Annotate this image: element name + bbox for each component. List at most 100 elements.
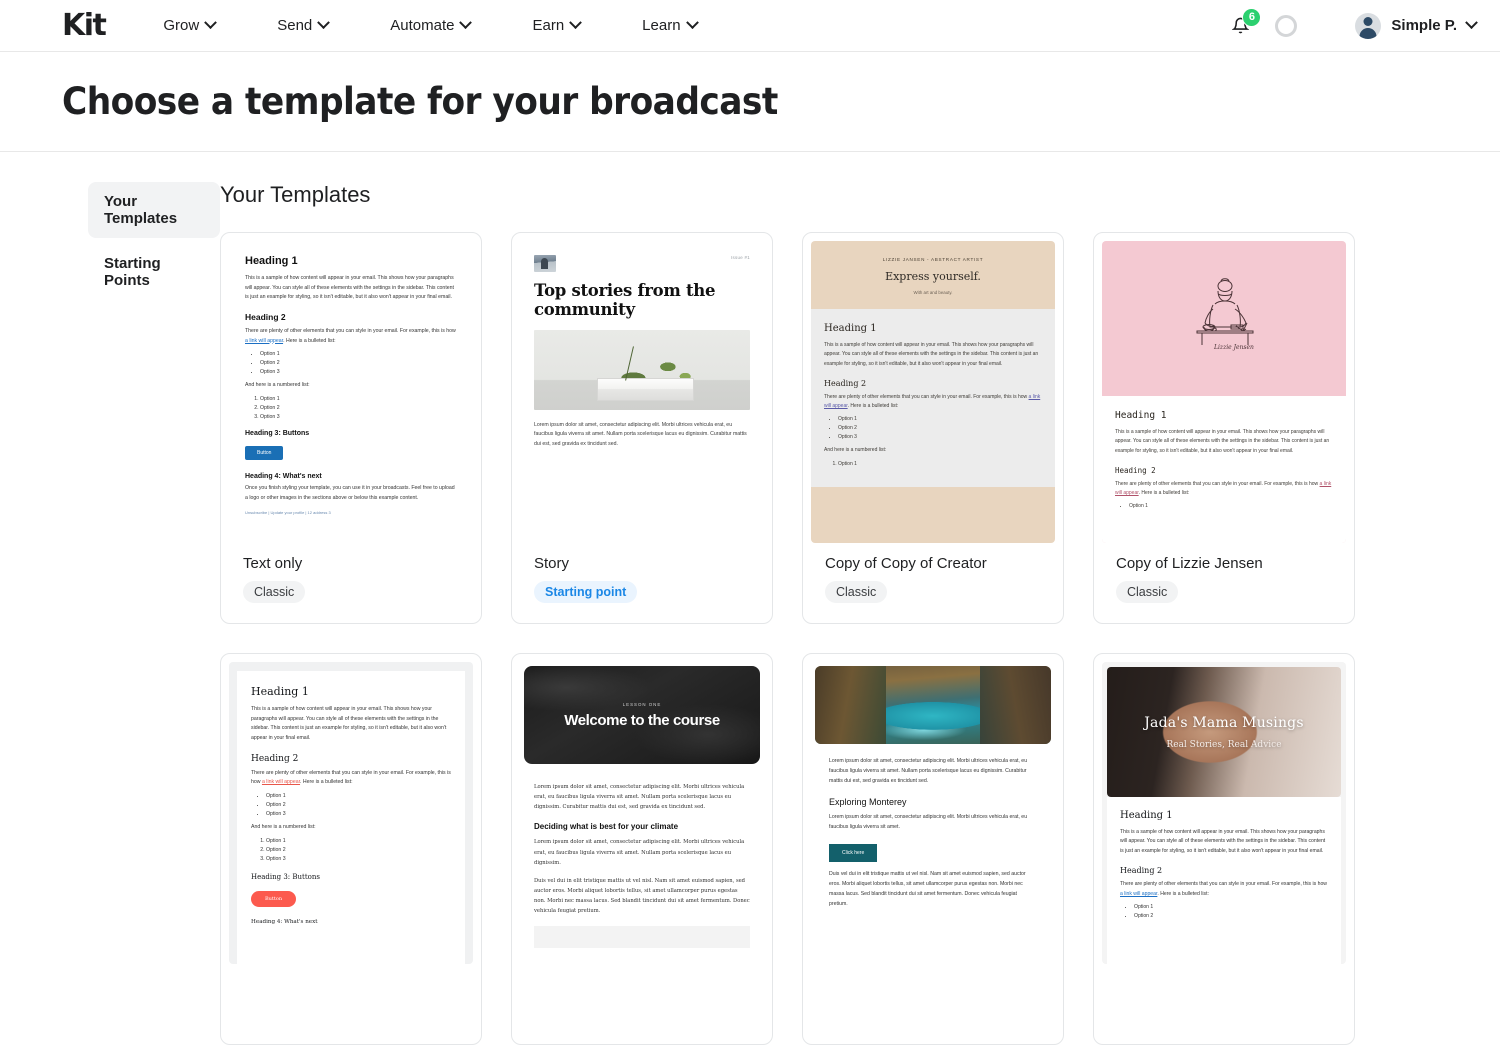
preview-button[interactable]: Button xyxy=(245,446,284,461)
preview-heading-1: Heading 1 xyxy=(1115,410,1167,421)
preview-title: Express yourself. xyxy=(885,270,981,283)
nav-item-grow[interactable]: Grow xyxy=(163,9,218,42)
preview-issue-label: Issue #1 xyxy=(731,255,750,260)
sidebar-item-starting-points[interactable]: Starting Points xyxy=(88,244,220,300)
profile-menu[interactable]: Simple P. xyxy=(1355,12,1478,39)
preview-bulleted-list: Option 1 Option 2 xyxy=(1120,903,1328,921)
template-card-copy-of-copy-of-creator[interactable]: LIZZIE JANSEN - ABSTRACT ARTIST Express … xyxy=(802,232,1064,624)
preview-heading-1: Heading 1 xyxy=(251,685,309,698)
preview-heading-3: Heading 3: Buttons xyxy=(245,430,310,438)
template-preview: LESSON ONE Welcome to the course Lorem i… xyxy=(520,662,764,964)
template-card-copy-of-lizzie-jensen[interactable]: Lizzie Jensen Heading 1 This is a sample… xyxy=(1093,232,1355,624)
preview-logo-image xyxy=(534,255,556,272)
preview-heading-2: Heading 2 xyxy=(251,753,299,764)
preview-bulleted-list: Option 1 Option 2 Option 3 xyxy=(824,415,1042,442)
preview-placeholder-block xyxy=(534,926,750,949)
preview-heading-1: Heading 1 xyxy=(824,323,877,334)
preview-hero-image xyxy=(815,666,1051,744)
preview-paragraph: There are plenty of other elements that … xyxy=(251,769,451,788)
nav-item-automate[interactable]: Automate xyxy=(390,9,473,42)
preview-paragraph: And here is a numbered list: xyxy=(824,447,887,454)
template-card-row2-2[interactable]: LESSON ONE Welcome to the course Lorem i… xyxy=(511,653,773,1045)
preview-subtitle: With art and beauty. xyxy=(913,290,953,295)
preview-heading-4: Heading 4: What's next xyxy=(251,918,318,925)
card-meta: Copy of Copy of Creator Classic xyxy=(803,543,1063,603)
list-item: Option 2 xyxy=(266,801,451,810)
preview-paragraph: There are plenty of other elements that … xyxy=(245,327,457,346)
preview-heading-1: Top stories from the community xyxy=(534,281,716,319)
chevron-down-icon xyxy=(204,16,218,30)
preview-button[interactable]: Click here xyxy=(829,844,878,863)
sidebar-item-your-templates[interactable]: Your Templates xyxy=(88,182,220,238)
preview-hero: Lizzie Jensen xyxy=(1102,241,1346,396)
preview-paragraph: Once you finish styling your template, y… xyxy=(245,485,455,501)
preview-bulleted-list: Option 1 Option 2 Option 3 xyxy=(245,350,457,377)
progress-ring-icon[interactable] xyxy=(1275,14,1298,37)
list-item: Option 2 xyxy=(266,846,451,855)
preview-bulleted-list: Option 1 Option 2 Option 3 xyxy=(251,792,451,819)
preview-heading-1: Heading 1 xyxy=(245,255,298,267)
svg-text:Lizzie Jensen: Lizzie Jensen xyxy=(1213,344,1254,351)
card-meta xyxy=(803,964,1063,976)
preview-text: . Here is a bulleted list: xyxy=(847,403,899,409)
list-item: Option 1 xyxy=(260,395,457,404)
template-card-row2-1[interactable]: Heading 1 This is a sample of how conten… xyxy=(220,653,482,1045)
chevron-down-icon xyxy=(685,16,699,30)
preview-paragraph: Duis vel dui in elit tristique mattis ut… xyxy=(829,871,1026,907)
list-item: Option 1 xyxy=(1129,502,1333,511)
list-item: Option 3 xyxy=(266,810,451,819)
nav-item-learn[interactable]: Learn xyxy=(642,9,699,42)
chevron-down-icon xyxy=(459,16,473,30)
preview-text: There are plenty of other elements that … xyxy=(1115,480,1320,487)
template-card-row2-4[interactable]: Jada's Mama Musings Real Stories, Real A… xyxy=(1093,653,1355,1045)
preview-title: Jada's Mama Musings xyxy=(1144,714,1304,731)
preview-text: There are plenty of other elements that … xyxy=(824,393,1029,400)
preview-subtitle: Real Stories, Real Advice xyxy=(1166,739,1282,750)
preview-heading-2: Heading 2 xyxy=(1115,465,1156,475)
kit-logo[interactable]: Kit xyxy=(62,10,107,41)
template-name: Story xyxy=(534,555,570,572)
nav-item-send[interactable]: Send xyxy=(277,9,331,42)
preview-paragraph: There are plenty of other elements that … xyxy=(1120,880,1328,899)
preview-paragraph: Lorem ipsum dolor sit amet, consectetur … xyxy=(534,839,745,866)
avatar xyxy=(1355,12,1382,39)
template-card-text-only[interactable]: Heading 1 This is a sample of how conten… xyxy=(220,232,482,624)
preview-paragraph: Lorem ipsum dolor sit amet, consectetur … xyxy=(534,784,745,811)
preview-text: There are plenty of other elements that … xyxy=(245,327,456,334)
preview-link[interactable]: a link will appear xyxy=(1120,891,1157,897)
preview-heading-2: Heading 2 xyxy=(1120,866,1163,876)
template-card-row2-3[interactable]: Lorem ipsum dolor sit amet, consectetur … xyxy=(802,653,1064,1045)
list-item: Option 2 xyxy=(838,424,1042,433)
list-item: Option 1 xyxy=(838,415,1042,424)
status-badge: Classic xyxy=(1116,581,1179,603)
preview-link[interactable]: a link will appear xyxy=(262,779,300,785)
preview-link[interactable]: a link will appear xyxy=(245,338,283,344)
notifications-button[interactable]: 6 xyxy=(1229,7,1262,41)
template-preview: Heading 1 This is a sample of how conten… xyxy=(229,662,473,964)
list-item: Option 1 xyxy=(260,350,457,359)
page-content: Your Templates Starting Points Your Temp… xyxy=(0,152,1500,1045)
preview-text: . Here is a bulleted list: xyxy=(300,779,353,786)
preview-bulleted-list: Option 1 xyxy=(1115,502,1333,511)
preview-paragraph: Lorem ipsum dolor sit amet, consectetur … xyxy=(829,813,1028,830)
status-badge: Classic xyxy=(825,581,888,603)
section-title: Your Templates xyxy=(220,182,371,207)
preview-hero-image xyxy=(534,329,750,410)
list-item: Option 3 xyxy=(260,368,457,377)
preview-text: There are plenty of other elements that … xyxy=(1120,881,1327,888)
nav-item-earn[interactable]: Earn xyxy=(532,9,583,42)
preview-paragraph: And here is a numbered list: xyxy=(251,824,316,831)
nav-item-label: Learn xyxy=(642,17,681,34)
list-item: Option 2 xyxy=(1134,912,1328,921)
nav-item-label: Send xyxy=(277,17,313,34)
preview-paragraph: Lorem ipsum dolor sit amet, consectetur … xyxy=(829,758,1028,784)
preview-paragraph: And here is a numbered list: xyxy=(245,382,310,389)
card-meta: Story Starting point xyxy=(512,543,772,603)
template-name: Text only xyxy=(243,555,303,572)
preview-button[interactable]: Button xyxy=(251,890,297,907)
template-card-story[interactable]: Issue #1 Top stories from the community … xyxy=(511,232,773,624)
chevron-down-icon xyxy=(317,16,331,30)
template-name: Copy of Lizzie Jensen xyxy=(1116,555,1263,572)
preview-heading-2: Exploring Monterey xyxy=(829,796,907,807)
nav-right-cluster: 6 Simple P. xyxy=(1229,7,1478,41)
